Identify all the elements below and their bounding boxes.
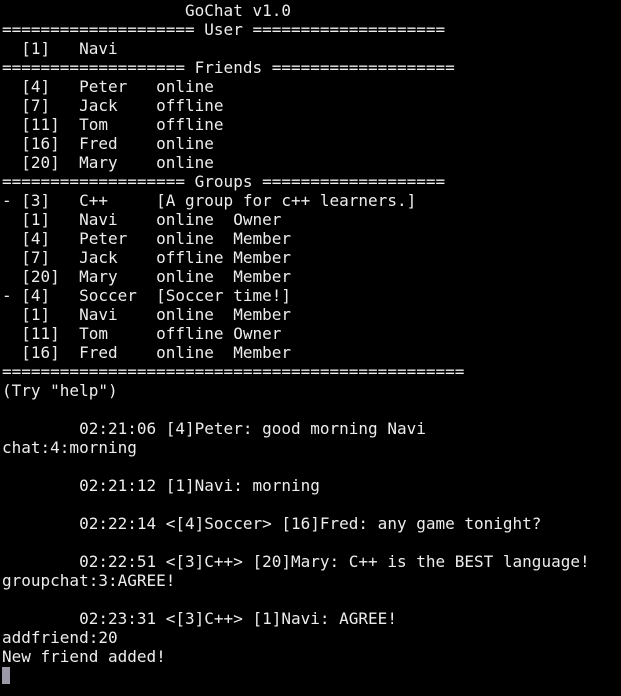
friend-row: [7] Jack offline	[2, 96, 224, 115]
group-chat-message: 02:23:31 <[3]C++> [1]Navi: AGREE!	[2, 609, 397, 628]
group-member-row: [11] Tom offline Owner	[2, 324, 282, 343]
help-hint: (Try "help")	[2, 381, 118, 400]
friends-section-header: =================== Friends ============…	[2, 58, 455, 77]
command-line: groupchat:3:AGREE!	[2, 571, 176, 590]
group-member-row: [20] Mary online Member	[2, 267, 291, 286]
friend-row: [4] Peter online	[2, 77, 214, 96]
group-row: - [4] Soccer [Soccer time!]	[2, 286, 291, 305]
group-row: - [3] C++ [A group for c++ learners.]	[2, 191, 417, 210]
groups-section-header: =================== Groups =============…	[2, 172, 446, 191]
friend-row: [16] Fred online	[2, 134, 214, 153]
friend-row: [20] Mary online	[2, 153, 214, 172]
group-chat-message: 02:22:14 <[4]Soccer> [16]Fred: any game …	[2, 514, 542, 533]
group-chat-message: 02:22:51 <[3]C++> [20]Mary: C++ is the B…	[2, 552, 590, 571]
user-section-header: ==================== User ==============…	[2, 20, 446, 39]
text-cursor[interactable]	[2, 667, 10, 684]
friend-row: [11] Tom offline	[2, 115, 224, 134]
status-message: New friend added!	[2, 647, 166, 666]
chat-message: 02:21:12 [1]Navi: morning	[2, 476, 320, 495]
chat-message: 02:21:06 [4]Peter: good morning Navi	[2, 419, 426, 438]
group-member-row: [1] Navi online Member	[2, 305, 291, 324]
group-member-row: [1] Navi online Owner	[2, 210, 282, 229]
group-member-row: [4] Peter online Member	[2, 229, 291, 248]
command-line: addfriend:20	[2, 628, 118, 647]
command-line: chat:4:morning	[2, 438, 137, 457]
input-line[interactable]	[2, 666, 621, 685]
app-title: GoChat v1.0	[2, 1, 291, 20]
group-member-row: [16] Fred online Member	[2, 343, 291, 362]
group-member-row: [7] Jack offline Member	[2, 248, 291, 267]
user-row: [1] Navi	[2, 39, 118, 58]
terminal-window[interactable]: GoChat v1.0 ==================== User ==…	[2, 1, 621, 696]
footer-rule: ========================================…	[2, 362, 465, 381]
